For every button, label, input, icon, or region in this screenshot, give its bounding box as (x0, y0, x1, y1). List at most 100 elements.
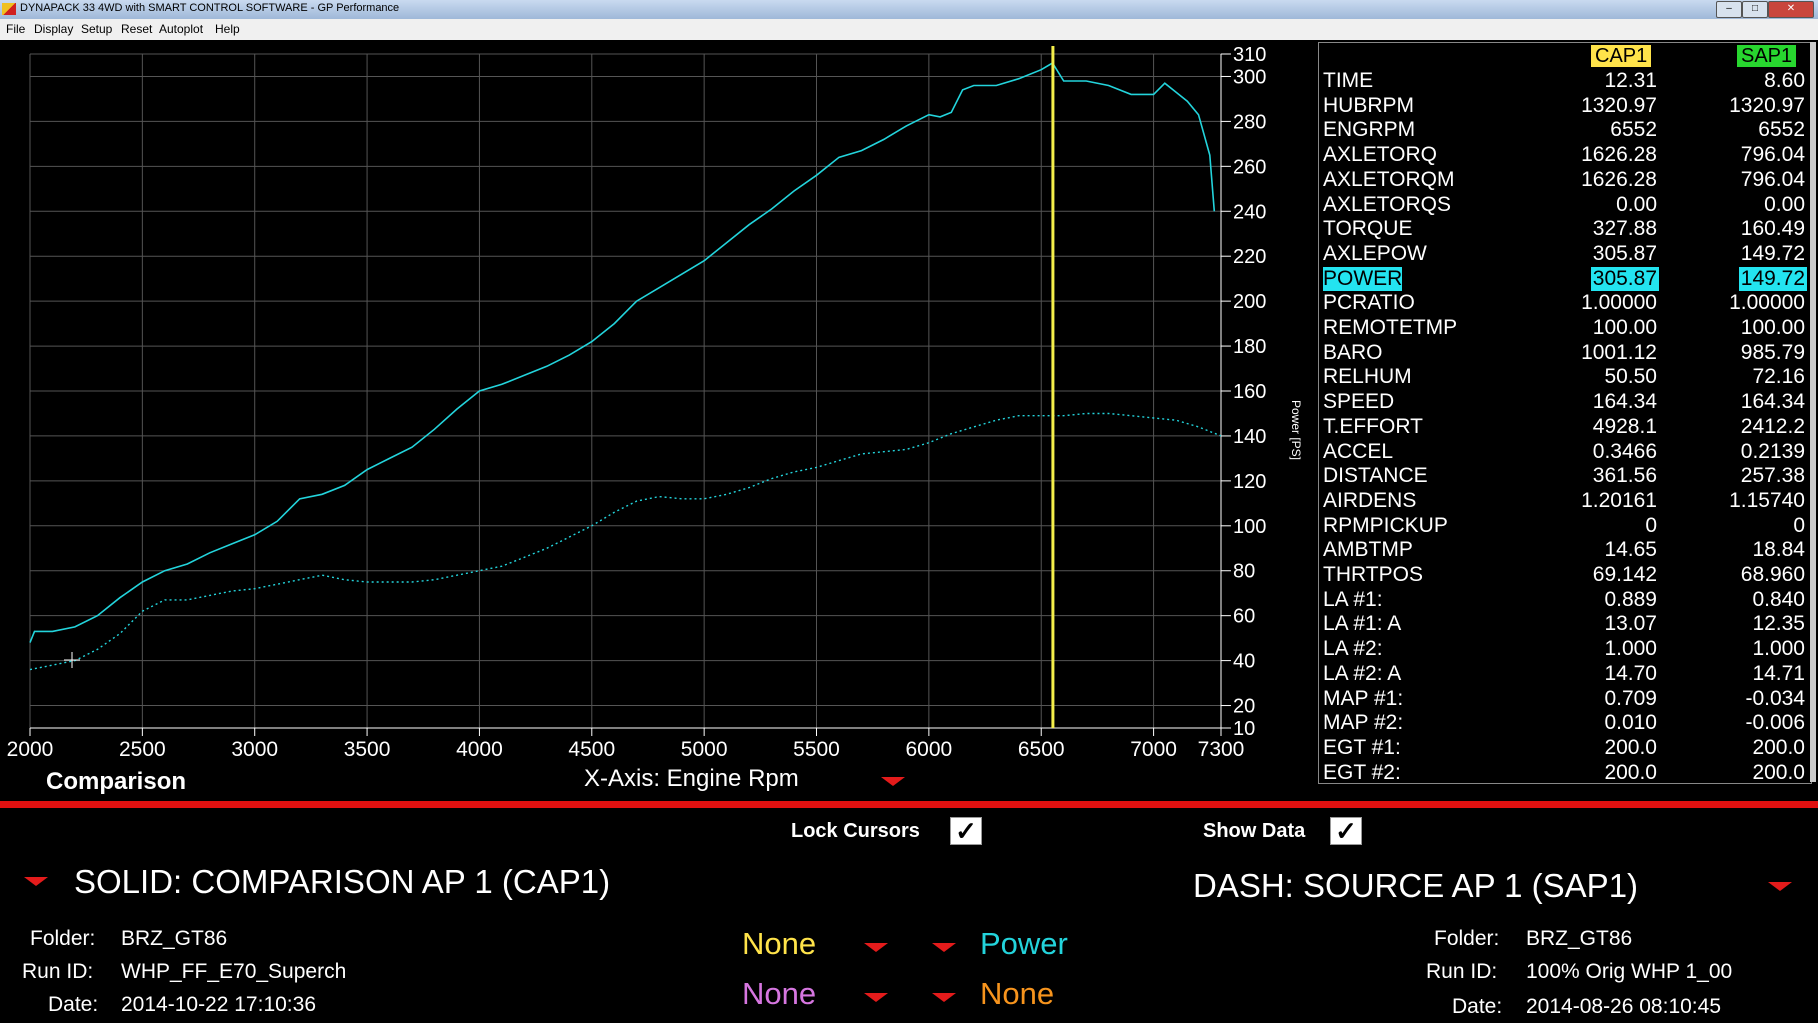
channel-4-select[interactable]: None (980, 976, 1054, 1012)
channel-4-dropdown-icon[interactable] (932, 993, 956, 1002)
close-button[interactable]: ✕ (1768, 1, 1814, 18)
channel-name: LA #1: A (1323, 612, 1402, 636)
data-row-ambtmp[interactable]: AMBTMP 14.65 18.84 (1319, 538, 1811, 562)
menu-reset[interactable]: Reset (121, 22, 152, 36)
x-tick-label: 7000 (1130, 738, 1177, 761)
chart-series (29, 61, 1222, 671)
y-tick-label: 200 (1233, 291, 1266, 313)
data-row-axlepow[interactable]: AXLEPOW 305.87 149.72 (1319, 242, 1811, 266)
solid-date-label: Date: (48, 993, 99, 1016)
x-tick-label: 5500 (793, 738, 840, 761)
sap1-value: 12.35 (1752, 612, 1805, 636)
data-row-thrtpos[interactable]: THRTPOS 69.142 68.960 (1319, 563, 1811, 587)
data-row-la-1-a[interactable]: LA #1: A 13.07 12.35 (1319, 612, 1811, 636)
lock-cursors-label: Lock Cursors (791, 820, 920, 842)
data-row-distance[interactable]: DISTANCE 361.56 257.38 (1319, 464, 1811, 488)
data-row-remotetmp[interactable]: REMOTETMP 100.00 100.00 (1319, 316, 1811, 340)
y-tick-label: 300 (1233, 66, 1266, 88)
sap1-value: 160.49 (1740, 217, 1805, 241)
data-row-la-2-a[interactable]: LA #2: A 14.70 14.71 (1319, 662, 1811, 686)
data-row-rpmpickup[interactable]: RPMPICKUP 0 0 (1319, 514, 1811, 538)
channel-1-select[interactable]: None (742, 926, 816, 962)
data-row-t-effort[interactable]: T.EFFORT 4928.1 2412.2 (1319, 415, 1811, 439)
dash-run-dropdown-icon[interactable] (1768, 882, 1792, 891)
channel-name: AXLETORQM (1323, 167, 1455, 191)
channel-name: THRTPOS (1323, 563, 1423, 586)
menu-file[interactable]: File (6, 22, 25, 36)
window-title: DYNAPACK 33 4WD with SMART CONTROL SOFTW… (20, 2, 400, 14)
cap1-value: 1.00000 (1581, 291, 1657, 315)
y-tick-label: 120 (1233, 471, 1266, 493)
cap1-value: 100.00 (1592, 316, 1657, 339)
data-row-engrpm[interactable]: ENGRPM 6552 6552 (1319, 118, 1811, 142)
sap1-value: 0 (1793, 513, 1805, 537)
data-row-axletorqm[interactable]: AXLETORQM 1626.28 796.04 (1319, 168, 1811, 192)
channel-3-dropdown-icon[interactable] (864, 993, 888, 1002)
data-row-axletorqs[interactable]: AXLETORQS 0.00 0.00 (1319, 193, 1811, 217)
app-logo-icon (2, 3, 16, 15)
data-row-pcratio[interactable]: PCRATIO 1.00000 1.00000 (1319, 291, 1811, 315)
data-row-power[interactable]: POWER 305.87 149.72 (1319, 266, 1811, 291)
channel-2-select[interactable]: Power (980, 926, 1068, 962)
data-row-map-1[interactable]: MAP #1: 0.709 -0.034 (1319, 687, 1811, 711)
cap1-value: 1626.28 (1581, 143, 1657, 167)
menu-autoplot[interactable]: Autoplot (159, 22, 203, 36)
y-tick-label: 220 (1233, 246, 1266, 268)
channel-name: BARO (1323, 340, 1383, 364)
channel-1-dropdown-icon[interactable] (864, 943, 888, 952)
sap1-value: -0.006 (1745, 711, 1805, 735)
cap1-value: 327.88 (1592, 217, 1657, 241)
cap1-value: 164.34 (1592, 390, 1657, 414)
data-row-egt-1[interactable]: EGT #1: 200.0 200.0 (1319, 736, 1811, 760)
menu-help[interactable]: Help (215, 22, 240, 36)
channel-name: HUBRPM (1323, 93, 1415, 117)
data-row-torque[interactable]: TORQUE 327.88 160.49 (1319, 217, 1811, 241)
menu-display[interactable]: Display (34, 22, 73, 36)
data-row-airdens[interactable]: AIRDENS 1.20161 1.15740 (1319, 489, 1811, 513)
maximize-button[interactable]: □ (1742, 1, 1768, 18)
data-row-time[interactable]: TIME 12.31 8.60 (1319, 69, 1811, 93)
x-axis-dropdown-icon[interactable] (881, 777, 905, 786)
cap1-value: 0 (1645, 513, 1657, 537)
data-row-speed[interactable]: SPEED 164.34 164.34 (1319, 390, 1811, 414)
show-data-checkbox[interactable]: ✓ (1330, 817, 1362, 845)
data-row-relhum[interactable]: RELHUM 50.50 72.16 (1319, 365, 1811, 389)
channel-2-dropdown-icon[interactable] (932, 943, 956, 952)
solid-run-title: SOLID: COMPARISON AP 1 (CAP1) (74, 863, 611, 900)
data-row-la-2[interactable]: LA #2: 1.000 1.000 (1319, 637, 1811, 661)
cap1-value: 361.56 (1592, 464, 1657, 488)
channel-name: REMOTETMP (1323, 316, 1458, 339)
channel-3-select[interactable]: None (742, 976, 816, 1012)
data-row-map-2[interactable]: MAP #2: 0.010 -0.006 (1319, 711, 1811, 735)
data-row-baro[interactable]: BARO 1001.12 985.79 (1319, 341, 1811, 365)
cap1-value: 305.87 (1590, 266, 1659, 291)
dash-run-title: DASH: SOURCE AP 1 (SAP1) (1193, 867, 1639, 904)
cap1-value: 0.010 (1604, 711, 1657, 735)
data-row-hubrpm[interactable]: HUBRPM 1320.97 1320.97 (1319, 94, 1811, 118)
x-axis-label: X-Axis: Engine Rpm (584, 765, 799, 792)
y-tick-label: 180 (1233, 336, 1266, 358)
data-row-la-1[interactable]: LA #1: 0.889 0.840 (1319, 588, 1811, 612)
data-row-egt-2[interactable]: EGT #2: 200.0 200.0 (1319, 761, 1811, 785)
channel-name: RELHUM (1323, 365, 1412, 389)
solid-run-dropdown-icon[interactable] (24, 877, 48, 886)
cap1-value: 69.142 (1592, 563, 1657, 586)
minimize-button[interactable]: – (1716, 1, 1742, 18)
cap1-header: CAP1 (1591, 45, 1652, 67)
x-axis-ticks: 2000 2500 3000 3500 4000 4500 5000 5500 6000 6500… (7, 728, 1244, 761)
data-row-accel[interactable]: ACCEL 0.3466 0.2139 (1319, 440, 1811, 464)
data-panel-scrollbar[interactable] (1810, 42, 1816, 782)
data-row-axletorq[interactable]: AXLETORQ 1626.28 796.04 (1319, 143, 1811, 167)
sap1-value: 164.34 (1740, 390, 1805, 414)
cap1-value: 13.07 (1604, 612, 1657, 636)
lock-cursors-checkbox[interactable]: ✓ (950, 817, 982, 845)
sap1-value: -0.034 (1745, 686, 1805, 710)
channel-name: AXLEPOW (1323, 241, 1427, 265)
cap1-value: 305.87 (1592, 241, 1657, 265)
cap1-value: 1320.97 (1581, 93, 1657, 117)
power-chart[interactable]: 2000 2500 3000 3500 4000 4500 5000 5500 6000 6500… (0, 40, 1310, 770)
channel-name: EGT #2: (1323, 760, 1401, 784)
menu-setup[interactable]: Setup (81, 22, 112, 36)
section-divider (0, 801, 1818, 808)
sap1-value: 0.840 (1752, 587, 1805, 611)
